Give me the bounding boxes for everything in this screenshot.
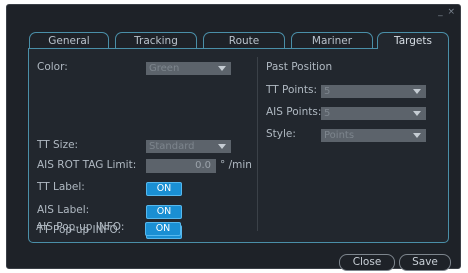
ais-popup-toggle[interactable]: ON: [145, 222, 181, 236]
ais-rot-unit: ° /min: [220, 159, 252, 171]
column-divider: [257, 57, 258, 231]
style-value: Points: [324, 130, 355, 141]
tt-points-value: 5: [324, 86, 331, 97]
chevron-down-icon: [218, 144, 226, 149]
past-position-heading: Past Position: [266, 61, 333, 73]
tt-points-label: TT Points:: [266, 84, 318, 96]
chevron-down-icon: [413, 89, 421, 94]
targets-panel: Color: Green TT Size: Standard AIS ROT T…: [28, 48, 449, 243]
ais-rot-input[interactable]: 0.0: [146, 159, 216, 173]
close-button[interactable]: Close: [339, 254, 395, 271]
style-label: Style:: [266, 128, 296, 140]
tab-strip: General Tracking Route Mariner Targets: [29, 32, 449, 49]
ais-label-toggle[interactable]: ON: [146, 205, 182, 219]
ais-points-value: 5: [324, 108, 331, 119]
chevron-down-icon: [413, 133, 421, 138]
window-controls[interactable]: _ ×: [438, 7, 456, 17]
ais-label-label: AIS Label:: [37, 204, 90, 216]
color-label: Color:: [37, 61, 68, 73]
style-select[interactable]: Points: [321, 129, 426, 142]
tab-general[interactable]: General: [29, 32, 109, 48]
tt-size-value: Standard: [149, 141, 195, 152]
color-select[interactable]: Green: [146, 62, 231, 75]
tt-label-toggle[interactable]: ON: [146, 182, 182, 196]
tt-size-select[interactable]: Standard: [146, 140, 231, 153]
tt-label-label: TT Label:: [37, 181, 85, 193]
tt-points-select[interactable]: 5: [321, 85, 426, 98]
tab-tracking[interactable]: Tracking: [115, 32, 197, 48]
tt-size-label: TT Size:: [37, 139, 79, 151]
chevron-down-icon: [218, 66, 226, 71]
ais-popup-label: AIS Pop-up INFO:: [36, 221, 125, 233]
ais-points-select[interactable]: 5: [321, 107, 426, 120]
ais-points-label: AIS Points:: [266, 106, 322, 118]
tab-targets[interactable]: Targets: [377, 32, 449, 49]
ais-rot-label: AIS ROT TAG Limit:: [37, 159, 137, 171]
color-value: Green: [149, 63, 180, 74]
save-button[interactable]: Save: [399, 254, 451, 271]
chevron-down-icon: [413, 111, 421, 116]
target-settings-dialog: _ × General Tracking Route Mariner Targe…: [6, 4, 461, 271]
tab-route[interactable]: Route: [203, 32, 285, 48]
tab-mariner[interactable]: Mariner: [291, 32, 373, 48]
